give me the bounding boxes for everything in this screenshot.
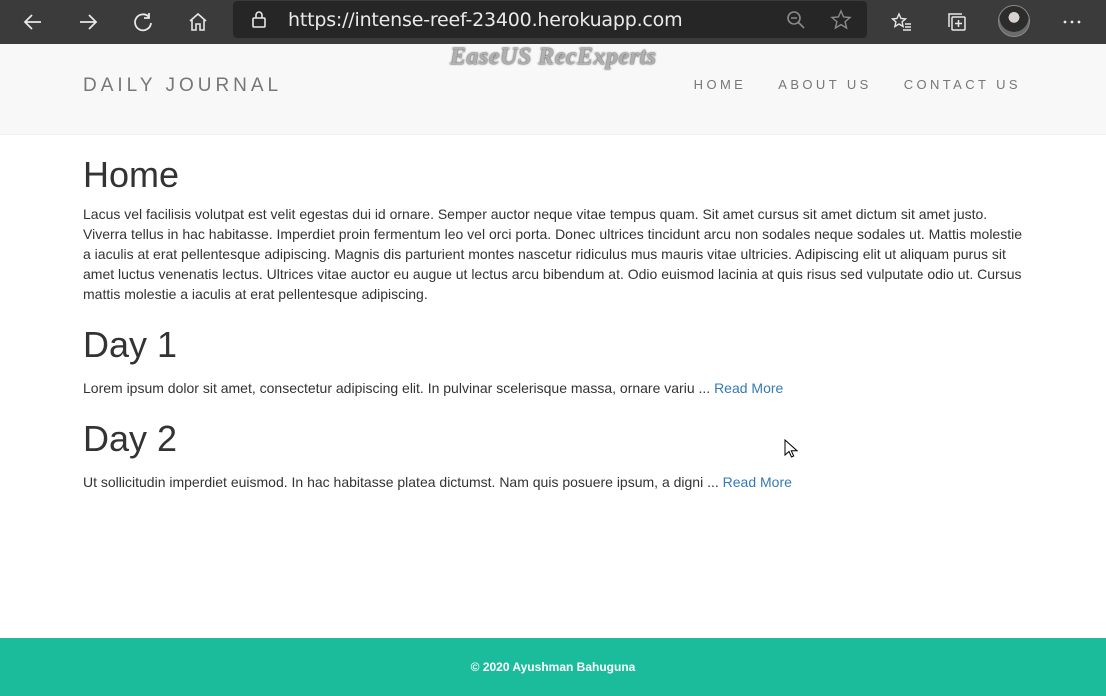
read-more-link[interactable]: Read More [723, 474, 792, 490]
back-icon[interactable] [11, 0, 55, 44]
post-excerpt-line: Ut sollicitudin imperdiet euismod. In ha… [83, 472, 1028, 492]
nav-link-about-us[interactable]: ABOUT US [778, 77, 871, 92]
read-more-link[interactable]: Read More [714, 380, 783, 396]
collections-icon[interactable] [935, 0, 979, 44]
nav-link-contact-us[interactable]: CONTACT US [904, 77, 1021, 92]
page-title: Home [83, 154, 180, 195]
site-brand[interactable]: DAILY JOURNAL [83, 75, 282, 97]
home-icon[interactable] [176, 0, 220, 44]
browser-toolbar: https://intense-reef-23400.herokuapp.com [0, 0, 1106, 44]
post-day-1: Day 1 Lorem ipsum dolor sit amet, consec… [83, 322, 1028, 398]
main-content: Home Lacus vel facilisis volutpat est ve… [83, 152, 1028, 492]
forward-icon[interactable] [66, 0, 110, 44]
post-excerpt: Ut sollicitudin imperdiet euismod. In ha… [83, 474, 719, 490]
post-excerpt-line: Lorem ipsum dolor sit amet, consectetur … [83, 378, 1028, 398]
zoom-icon[interactable] [785, 9, 807, 31]
site-footer: © 2020 Ayushman Bahuguna [0, 638, 1106, 696]
nav-link-home[interactable]: HOME [694, 77, 747, 92]
refresh-icon[interactable] [121, 0, 165, 44]
address-bar[interactable]: https://intense-reef-23400.herokuapp.com [233, 1, 867, 38]
post-excerpt: Lorem ipsum dolor sit amet, consectetur … [83, 380, 711, 396]
post-title: Day 1 [83, 324, 178, 365]
favorites-icon[interactable] [880, 0, 924, 44]
profile-avatar[interactable] [998, 5, 1030, 37]
url-text[interactable]: https://intense-reef-23400.herokuapp.com [288, 9, 683, 31]
site-navbar: DAILY JOURNAL HOME ABOUT US CONTACT US [0, 44, 1106, 135]
more-icon[interactable] [1050, 0, 1094, 44]
post-day-2: Day 2 Ut sollicitudin imperdiet euismod.… [83, 416, 1028, 492]
mouse-cursor-icon [784, 439, 798, 458]
lock-icon[interactable] [249, 9, 269, 29]
home-paragraph: Lacus vel facilisis volutpat est velit e… [83, 206, 1022, 302]
post-title: Day 2 [83, 418, 178, 459]
favorite-star-icon[interactable] [830, 9, 852, 31]
footer-copyright: © 2020 Ayushman Bahuguna [470, 660, 636, 674]
nav-links: HOME ABOUT US CONTACT US [694, 77, 1021, 92]
